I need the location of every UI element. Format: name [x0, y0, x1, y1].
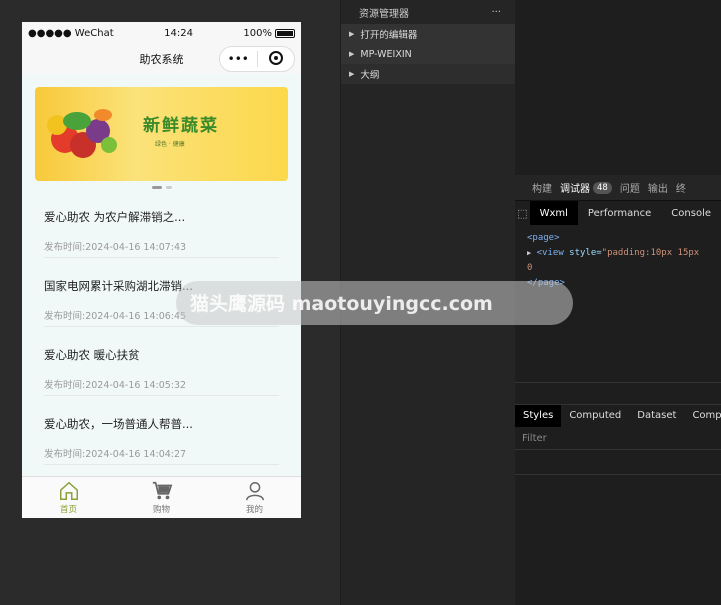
explorer-item-label: 大纲 [360, 70, 380, 81]
tab-wxml[interactable]: Wxml [529, 201, 578, 225]
xml-page-open[interactable]: <page> [527, 231, 709, 246]
tab-dataset[interactable]: Dataset [629, 405, 684, 427]
tab-home[interactable]: 首页 [22, 477, 115, 518]
explorer-header: 资源管理器 ··· [341, 0, 515, 24]
xml-tag: <view [536, 248, 570, 258]
close-button[interactable] [258, 50, 295, 68]
xml-attr: style= [569, 248, 602, 258]
devtools-tabs: ⬚ Wxml Performance Console [515, 201, 721, 225]
battery-percent: 100% [243, 27, 272, 39]
tab-computed[interactable]: Computed [561, 405, 629, 427]
tab-terminal[interactable]: 终 [676, 180, 686, 195]
mini-program-capsule: ••• [219, 46, 295, 72]
cart-icon [152, 481, 172, 500]
list-item[interactable]: 爱心助农 暖心扶贫 发布时间:2024-04-16 14:05:32 [44, 327, 279, 396]
more-button[interactable]: ••• [220, 52, 257, 66]
explorer-title: 资源管理器 [359, 8, 409, 20]
record-icon [268, 50, 283, 65]
page-title: 助农系统 [139, 53, 184, 66]
tab-problems[interactable]: 问题 [620, 180, 640, 195]
chevron-right-icon: ▶ [349, 50, 355, 58]
simulator-phone: ●●●●● WeChat 14:24 100% 助农系统 ••• 新鲜蔬菜 绿色… [22, 22, 301, 518]
banner-swiper[interactable]: 新鲜蔬菜 绿色 · 健康 [35, 87, 288, 181]
explorer-item-label: MP-WEIXIN [360, 48, 412, 60]
explorer-item-open-editors[interactable]: ▶ 打开的编辑器 [341, 24, 515, 44]
editor-area [515, 0, 721, 175]
divider [515, 382, 721, 383]
explorer-more-button[interactable]: ··· [491, 7, 501, 18]
explorer-item-outline[interactable]: ▶ 大纲 [341, 64, 515, 84]
vegetables-icon [47, 109, 117, 158]
nav-bar: 助农系统 ••• [22, 44, 301, 74]
battery-icon [275, 28, 295, 38]
battery: 100% [243, 28, 295, 39]
debugger-count-badge: 48 [593, 181, 612, 194]
tab-bar: 首页 购物 我的 [22, 476, 301, 518]
list-item[interactable]: 爱心助农，一场普通人帮普... 发布时间:2024-04-16 14:04:27 [44, 396, 279, 465]
swiper-dot[interactable] [165, 186, 172, 189]
tab-component[interactable]: Compon [684, 405, 721, 427]
tab-mine[interactable]: 我的 [208, 477, 301, 518]
status-bar: ●●●●● WeChat 14:24 100% [22, 22, 301, 44]
banner-subtitle: 绿色 · 健康 [155, 141, 185, 148]
tab-label: 购物 [152, 505, 170, 515]
news-title: 爱心助农，一场普通人帮普... [44, 417, 193, 431]
tab-label: 我的 [245, 505, 263, 515]
news-time: 发布时间:2024-04-16 14:07:43 [44, 242, 187, 253]
explorer-item-project[interactable]: ▶ MP-WEIXIN [341, 44, 515, 64]
carrier-label: ●●●●● WeChat [28, 27, 114, 39]
swiper-dot[interactable] [151, 186, 162, 189]
tab-console[interactable]: Console [661, 201, 721, 225]
news-title: 爱心助农 暖心扶贫 [44, 348, 140, 362]
tab-styles[interactable]: Styles [515, 404, 562, 427]
news-list: 爱心助农 为农户解滞销之... 发布时间:2024-04-16 14:07:43… [22, 189, 301, 465]
chevron-right-icon: ▶ [349, 30, 355, 38]
watermark-text: 猫头鹰源码 maotouyingcc.com [190, 293, 493, 315]
tab-performance[interactable]: Performance [578, 201, 661, 225]
news-time: 发布时间:2024-04-16 14:05:32 [44, 380, 187, 391]
inspect-icon[interactable]: ⬚ [515, 207, 530, 220]
debugger-tabs: 构建 调试器 48 问题 输出 终 [515, 175, 721, 201]
news-time: 发布时间:2024-04-16 14:04:27 [44, 449, 187, 460]
news-title: 爱心助农 为农户解滞销之... [44, 210, 186, 224]
tab-build[interactable]: 构建 [532, 180, 552, 195]
caret-right-icon[interactable]: ▶ [527, 249, 531, 257]
user-icon [245, 482, 264, 501]
list-item[interactable]: 爱心助农 为农户解滞销之... 发布时间:2024-04-16 14:07:43 [44, 189, 279, 258]
tab-shop[interactable]: 购物 [115, 477, 208, 518]
chevron-right-icon: ▶ [349, 70, 355, 78]
xml-view-node[interactable]: ▶ <view style="padding:10px 15px 0 [527, 246, 709, 276]
explorer-item-label: 打开的编辑器 [360, 30, 418, 41]
tab-output[interactable]: 输出 [648, 180, 668, 195]
style-tabs: Styles Computed Dataset Compon [515, 404, 721, 427]
divider [515, 474, 721, 475]
clock: 14:24 [164, 27, 193, 39]
tab-debugger[interactable]: 调试器 [560, 180, 590, 195]
tab-label: 首页 [59, 505, 77, 515]
home-icon [59, 481, 78, 500]
filter-input[interactable]: Filter [515, 428, 721, 450]
banner-title: 新鲜蔬菜 [143, 116, 219, 136]
